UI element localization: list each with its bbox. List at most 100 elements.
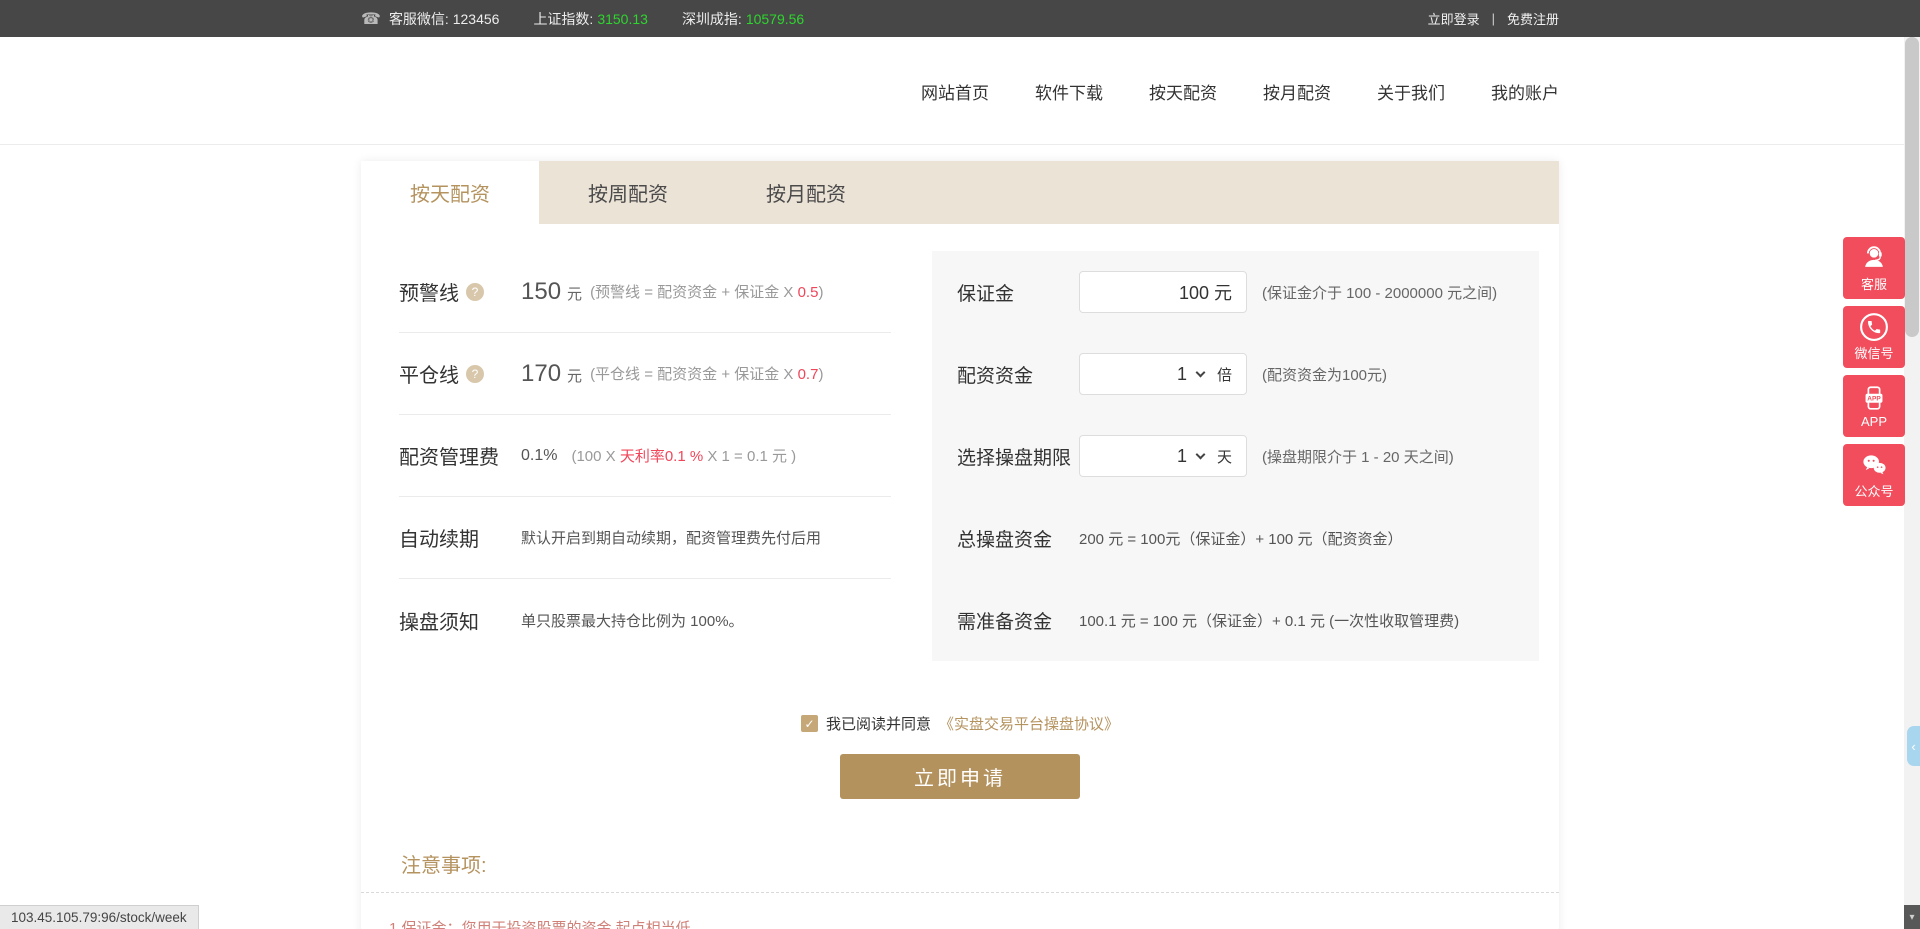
leverage-select[interactable]: 1 倍: [1079, 353, 1247, 395]
app-icon: APP: [1859, 383, 1889, 413]
scrollbar-thumb[interactable]: [1905, 37, 1919, 337]
margin-input-box: [1079, 271, 1247, 313]
customer-service-icon: [1859, 243, 1889, 273]
service-wechat-text: 客服微信: 123456: [389, 9, 500, 29]
customer-service-button[interactable]: 客服: [1843, 237, 1905, 299]
agreement-link[interactable]: 《实盘交易平台操盘协议》: [939, 713, 1119, 734]
auto-renew-label: 自动续期: [399, 523, 479, 552]
wechat-phone-icon: [1859, 312, 1889, 342]
browser-status-url: 103.45.105.79:96/stock/week: [0, 905, 199, 929]
collapse-panel-tab[interactable]: ‹: [1907, 726, 1920, 766]
official-account-label: 公众号: [1854, 481, 1893, 500]
chevron-left-icon: ‹: [1911, 739, 1915, 754]
topbar: ☎ 客服微信: 123456 上证指数: 3150.13 深圳成指: 10579…: [0, 0, 1920, 37]
management-fee-row: 配资管理费 0.1% (100 X 天利率0.1 % X 1 = 0.1 元 ): [399, 415, 891, 497]
warning-line-unit: 元: [567, 283, 582, 304]
auto-renew-text: 默认开启到期自动续期，配资管理费先付后用: [521, 527, 821, 548]
warning-line-label: 预警线: [399, 277, 459, 306]
leverage-label: 配资资金: [957, 361, 1079, 388]
chevron-down-icon: [1196, 449, 1206, 459]
warning-line-value: 150: [521, 278, 561, 306]
tab-monthly[interactable]: 按月配资: [717, 161, 895, 224]
order-form-panel: 保证金 (保证金介于 100 - 2000000 元之间) 配资资金 1 倍 (…: [932, 251, 1539, 661]
shanghai-index-label: 上证指数:: [533, 9, 593, 29]
management-fee-label: 配资管理费: [399, 441, 499, 470]
nav-item-account[interactable]: 我的账户: [1491, 79, 1559, 104]
info-panel: 预警线 ? 150 元 (预警线 = 配资资金 + 保证金 X 0.5) 平仓线…: [399, 251, 891, 661]
warning-line-row: 预警线 ? 150 元 (预警线 = 配资资金 + 保证金 X 0.5): [399, 251, 891, 333]
close-line-row: 平仓线 ? 170 元 (平仓线 = 配资资金 + 保证金 X 0.7): [399, 333, 891, 415]
close-line-label: 平仓线: [399, 359, 459, 388]
shenzhen-index-value: 10579.56: [746, 11, 804, 27]
wechat-id-button[interactable]: 微信号: [1843, 306, 1905, 368]
duration-row: 选择操盘期限 1 天 (操盘期限介于 1 - 20 天之间): [957, 415, 1539, 497]
nav-item-download[interactable]: 软件下载: [1035, 79, 1103, 104]
total-funds-label: 总操盘资金: [957, 525, 1079, 552]
floating-contact-bar: 客服 微信号 APP APP 公众号: [1843, 237, 1905, 513]
agreement-checkbox[interactable]: ✓: [801, 715, 818, 732]
chevron-down-icon: ▾: [1909, 912, 1914, 923]
login-link[interactable]: 立即登录: [1428, 9, 1480, 28]
duration-unit: 天: [1217, 446, 1232, 467]
dashed-divider: [361, 892, 1559, 893]
nav-item-monthly[interactable]: 按月配资: [1263, 79, 1331, 104]
duration-select[interactable]: 1 天: [1079, 435, 1247, 477]
nav-item-home[interactable]: 网站首页: [921, 79, 989, 104]
tab-weekly[interactable]: 按周配资: [539, 161, 717, 224]
scrollbar-track[interactable]: ▾: [1904, 37, 1920, 929]
leverage-value: 1: [1177, 364, 1187, 385]
phone-icon: ☎: [361, 9, 381, 29]
logo-placeholder: [361, 61, 621, 121]
management-fee-formula: (100 X 天利率0.1 % X 1 = 0.1 元 ): [571, 445, 796, 466]
notice-heading: 注意事项:: [401, 849, 1559, 878]
site-header: 网站首页 软件下载 按天配资 按月配资 关于我们 我的账户: [0, 37, 1920, 145]
close-line-unit: 元: [567, 365, 582, 386]
agreement-row: ✓ 我已阅读并同意 《实盘交易平台操盘协议》: [361, 713, 1559, 734]
margin-row: 保证金 (保证金介于 100 - 2000000 元之间): [957, 251, 1539, 333]
nav-item-about[interactable]: 关于我们: [1377, 79, 1445, 104]
nav-item-daily[interactable]: 按天配资: [1149, 79, 1217, 104]
official-account-button[interactable]: 公众号: [1843, 444, 1905, 506]
auto-renew-row: 自动续期 默认开启到期自动续期，配资管理费先付后用: [399, 497, 891, 579]
margin-label: 保证金: [957, 279, 1079, 306]
leverage-hint: (配资资金为100元): [1262, 364, 1387, 385]
notice-item-1: 1.保证金：您用于投资股票的资金,起点相当低: [389, 917, 1559, 929]
apply-now-button[interactable]: 立即申请: [840, 754, 1080, 799]
main-card: 按天配资 按周配资 按月配资 预警线 ? 150 元 (预警线 = 配资资金 +…: [361, 161, 1559, 929]
duration-label: 选择操盘期限: [957, 443, 1079, 470]
total-funds-text: 200 元 = 100元（保证金）+ 100 元（配资资金）: [1079, 528, 1402, 549]
app-download-label: APP: [1861, 414, 1887, 429]
customer-service-label: 客服: [1861, 274, 1887, 293]
total-funds-row: 总操盘资金 200 元 = 100元（保证金）+ 100 元（配资资金）: [957, 497, 1539, 579]
prepare-funds-text: 100.1 元 = 100 元（保证金）+ 0.1 元 (一次性收取管理费): [1079, 610, 1459, 631]
management-fee-value: 0.1%: [521, 447, 557, 465]
tab-daily[interactable]: 按天配资: [361, 161, 539, 224]
margin-input[interactable]: [1152, 282, 1232, 303]
plan-tabs: 按天配资 按周配资 按月配资: [361, 161, 1559, 224]
trading-notes-label: 操盘须知: [399, 606, 479, 635]
duration-value: 1: [1177, 446, 1187, 467]
close-line-formula: (平仓线 = 配资资金 + 保证金 X 0.7): [590, 363, 823, 384]
leverage-row: 配资资金 1 倍 (配资资金为100元): [957, 333, 1539, 415]
shanghai-index-value: 3150.13: [597, 11, 648, 27]
leverage-unit: 倍: [1217, 364, 1232, 385]
margin-hint: (保证金介于 100 - 2000000 元之间): [1262, 282, 1497, 303]
shenzhen-index-label: 深圳成指:: [682, 9, 742, 29]
chevron-down-icon: [1196, 367, 1206, 377]
agreement-text: 我已阅读并同意: [826, 713, 931, 734]
link-separator: |: [1492, 11, 1495, 26]
svg-text:APP: APP: [1867, 396, 1881, 403]
register-link[interactable]: 免费注册: [1507, 9, 1559, 28]
trading-notes-text: 单只股票最大持仓比例为 100%。: [521, 610, 744, 631]
help-icon[interactable]: ?: [466, 283, 484, 301]
help-icon[interactable]: ?: [466, 365, 484, 383]
main-nav: 网站首页 软件下载 按天配资 按月配资 关于我们 我的账户: [921, 79, 1559, 104]
scroll-down-button[interactable]: ▾: [1904, 905, 1920, 929]
warning-line-formula: (预警线 = 配资资金 + 保证金 X 0.5): [590, 281, 823, 302]
close-line-value: 170: [521, 360, 561, 388]
prepare-funds-label: 需准备资金: [957, 607, 1079, 634]
wechat-official-icon: [1859, 450, 1889, 480]
app-download-button[interactable]: APP APP: [1843, 375, 1905, 437]
wechat-id-label: 微信号: [1854, 343, 1893, 362]
duration-hint: (操盘期限介于 1 - 20 天之间): [1262, 446, 1454, 467]
